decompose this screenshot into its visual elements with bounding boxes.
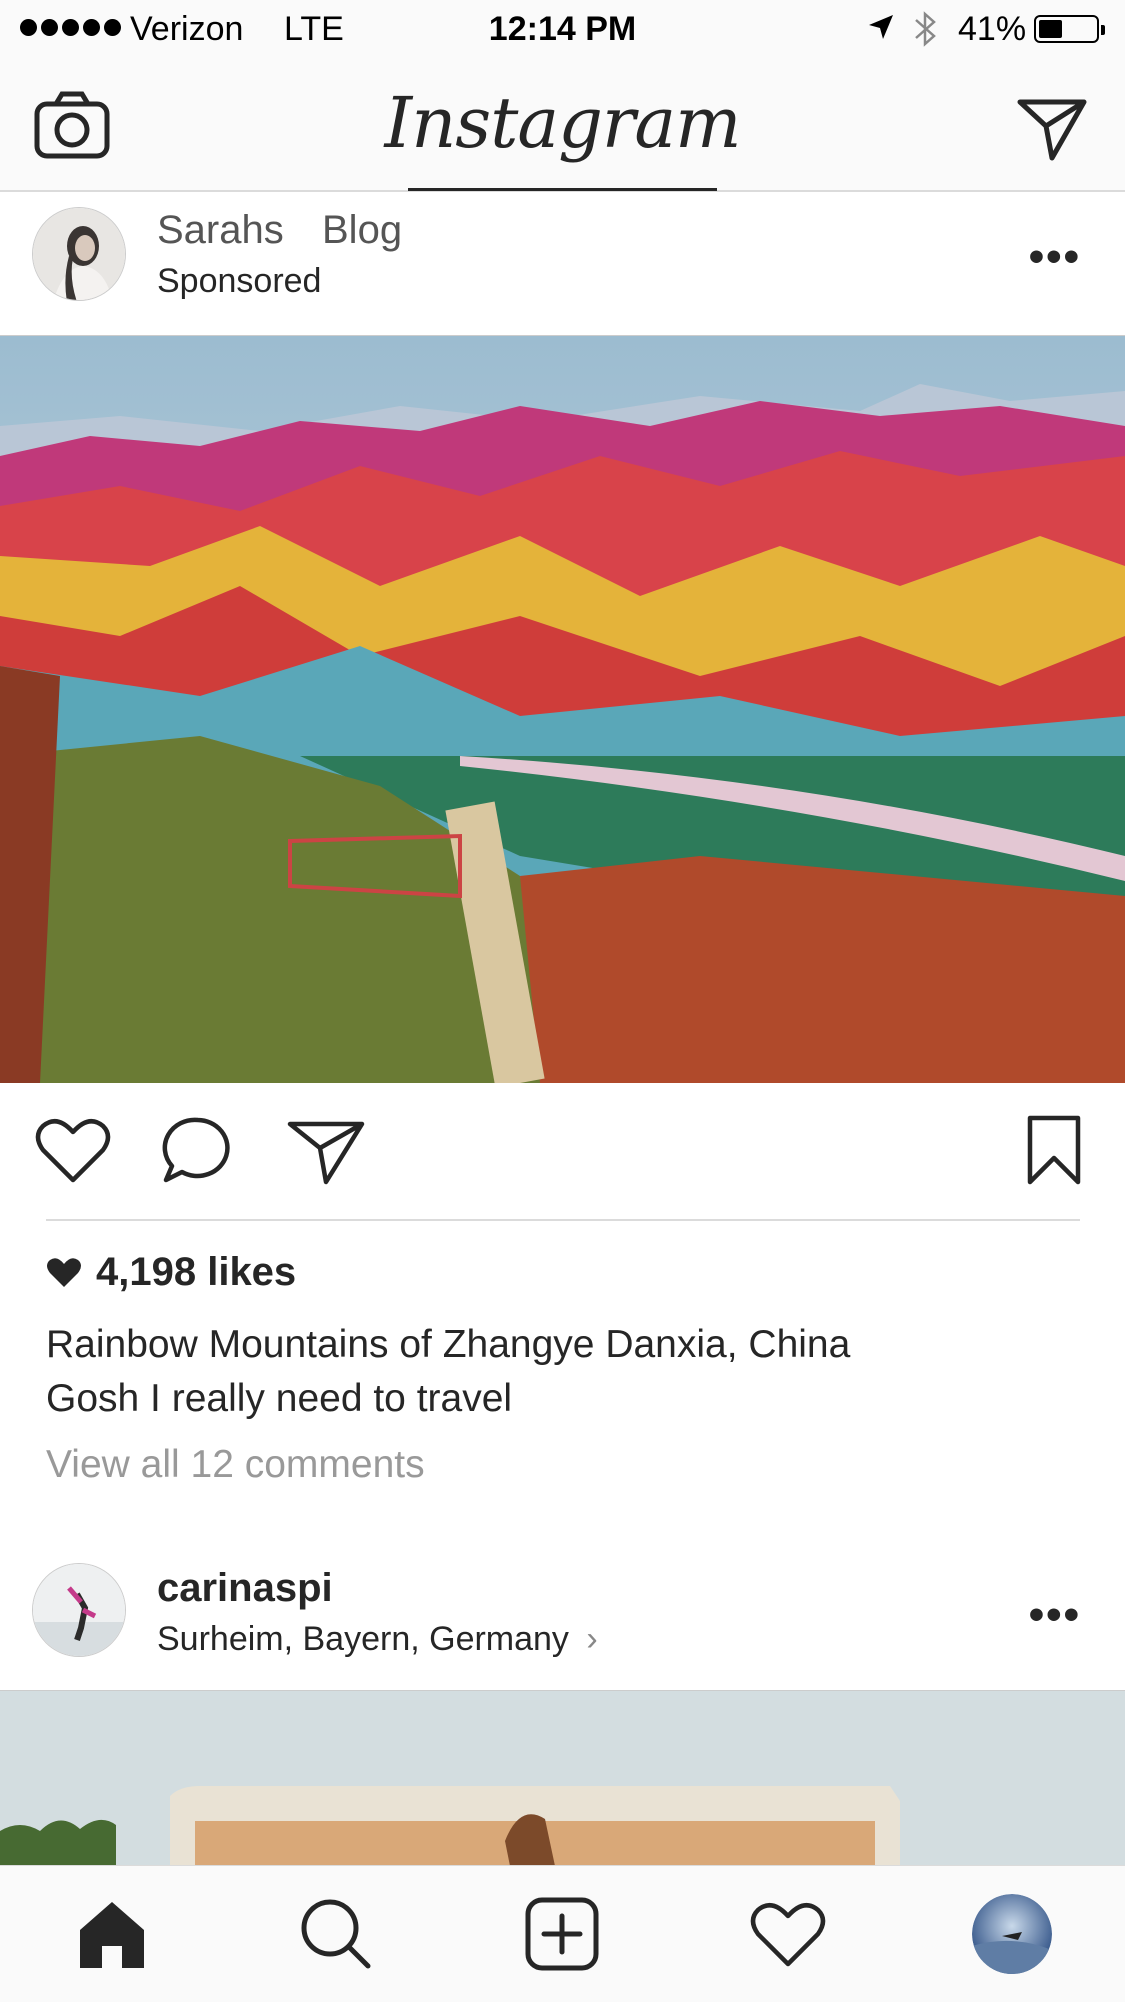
location-arrow-icon [866,12,896,51]
search-icon[interactable] [296,1894,376,1974]
more-options-button[interactable]: ••• [1029,232,1081,282]
home-icon[interactable] [72,1894,152,1974]
app-logo-title[interactable]: Instagram [0,82,1125,164]
top-navigation-bar: Instagram [0,62,1125,192]
profile-avatar[interactable] [972,1894,1052,1974]
view-all-comments-link[interactable]: View all 12 comments [46,1443,425,1487]
caption-line-2: Gosh I really need to travel [46,1377,513,1420]
username-part-2[interactable]: Blog [322,208,402,252]
share-icon[interactable] [286,1110,366,1190]
more-options-button[interactable]: ••• [1029,1590,1081,1640]
likes-count[interactable]: 4,198 likes [46,1250,296,1295]
likes-text[interactable]: 4,198 likes [96,1250,296,1295]
status-bar: Verizon LTE 12:14 PM 41% [0,0,1125,62]
post-username[interactable]: carinaspi [157,1566,333,1611]
avatar[interactable] [32,207,126,301]
post-header: Sarahs Blog Sponsored ••• [0,192,1125,332]
post-username[interactable]: Sarahs Blog [157,208,402,253]
comment-icon[interactable] [158,1110,238,1190]
status-time: 12:14 PM [488,10,637,48]
username-part-1[interactable]: Sarahs [157,208,284,252]
logo-underline [408,188,717,191]
location-text[interactable]: Surheim, Bayern, Germany [157,1620,569,1658]
post-photo[interactable] [0,1690,1125,1866]
post-header: carinaspi Surheim, Bayern, Germany › ••• [0,1548,1125,1688]
battery-percent: 41% [958,10,1027,48]
post-location[interactable]: Surheim, Bayern, Germany › [157,1620,598,1659]
divider [46,1219,1080,1221]
heart-filled-icon [47,1257,81,1287]
bottom-tab-bar [0,1865,1125,2002]
bluetooth-icon [910,10,940,57]
like-heart-icon[interactable] [33,1110,113,1190]
caption-line-1: Rainbow Mountains of Zhangye Danxia, Chi… [46,1323,851,1366]
direct-message-icon[interactable] [1016,96,1088,167]
activity-heart-icon[interactable] [748,1894,828,1974]
add-post-icon[interactable] [522,1894,602,1974]
sponsored-label: Sponsored [157,262,322,300]
battery-icon [1034,15,1105,43]
bookmark-icon[interactable] [1016,1110,1096,1190]
avatar[interactable] [32,1563,126,1657]
post-caption: Rainbow Mountains of Zhangye Danxia, Chi… [46,1318,850,1426]
post-photo[interactable] [0,335,1125,1088]
chevron-right-icon: › [586,1620,598,1658]
